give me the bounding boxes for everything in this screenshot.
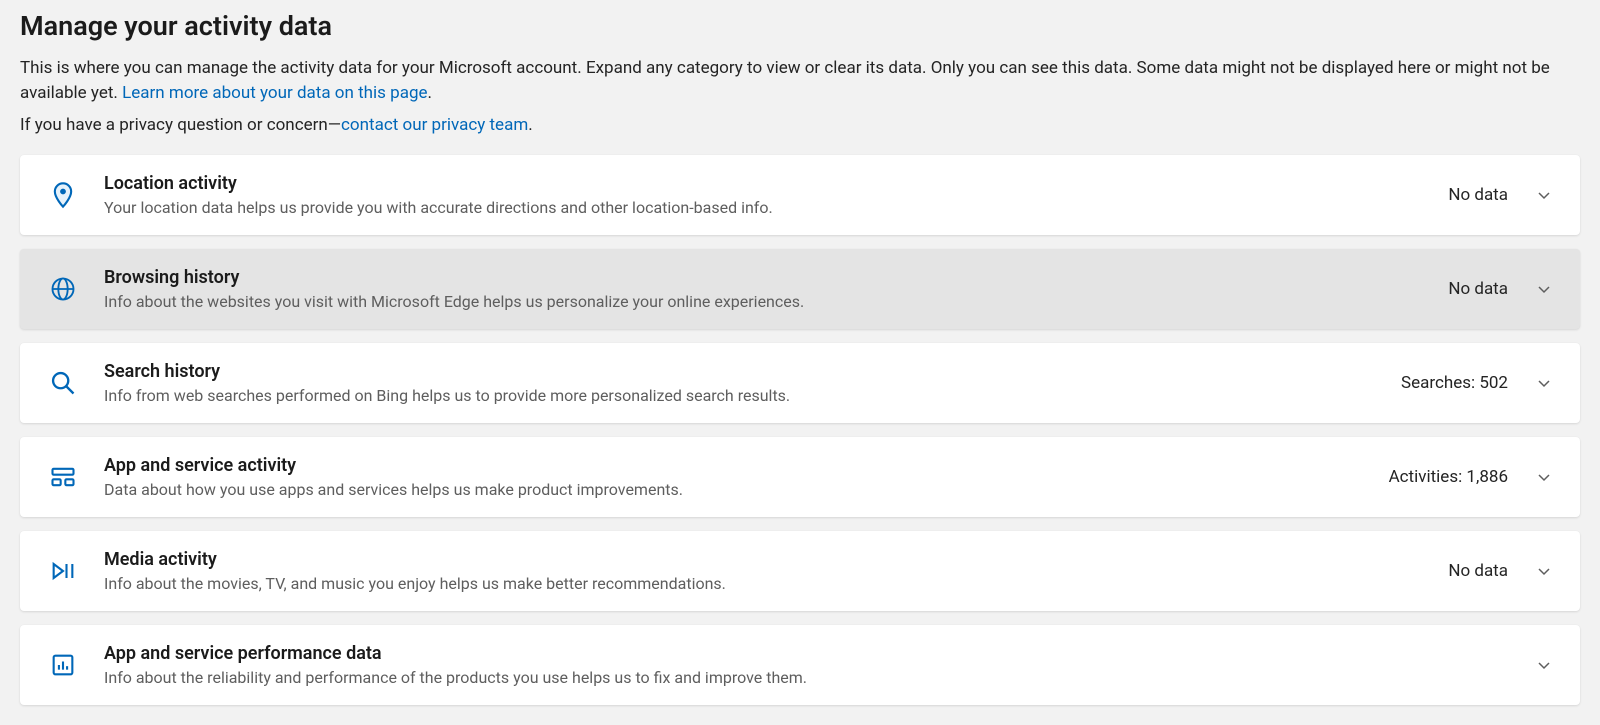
contact-privacy-team-link[interactable]: contact our privacy team — [341, 115, 528, 135]
media-activity-card[interactable]: Media activity Info about the movies, TV… — [20, 531, 1580, 611]
globe-icon — [48, 274, 78, 304]
card-status: No data — [1448, 185, 1508, 205]
app-service-performance-card[interactable]: App and service performance data Info ab… — [20, 625, 1580, 705]
card-desc: Info about the reliability and performan… — [104, 668, 1508, 687]
browsing-history-card[interactable]: Browsing history Info about the websites… — [20, 249, 1580, 329]
media-icon — [48, 556, 78, 586]
intro-paragraph: This is where you can manage the activit… — [20, 56, 1580, 105]
card-title: App and service activity — [104, 455, 1389, 476]
chevron-down-icon — [1536, 187, 1552, 203]
apps-icon — [48, 462, 78, 492]
privacy-line: If you have a privacy question or concer… — [20, 115, 1580, 135]
location-icon — [48, 180, 78, 210]
card-status: Activities: 1,886 — [1389, 467, 1508, 487]
card-desc: Your location data helps us provide you … — [104, 198, 1448, 217]
card-text: Search history Info from web searches pe… — [104, 361, 1401, 405]
card-text: Media activity Info about the movies, TV… — [104, 549, 1448, 593]
page-title: Manage your activity data — [20, 10, 1580, 42]
card-status: No data — [1448, 561, 1508, 581]
card-title: Search history — [104, 361, 1401, 382]
bar-chart-icon — [48, 650, 78, 680]
search-history-card[interactable]: Search history Info from web searches pe… — [20, 343, 1580, 423]
search-icon — [48, 368, 78, 398]
card-desc: Data about how you use apps and services… — [104, 480, 1389, 499]
card-desc: Info from web searches performed on Bing… — [104, 386, 1401, 405]
card-title: App and service performance data — [104, 643, 1508, 664]
card-desc: Info about the websites you visit with M… — [104, 292, 1448, 311]
card-text: Browsing history Info about the websites… — [104, 267, 1448, 311]
card-desc: Info about the movies, TV, and music you… — [104, 574, 1448, 593]
card-text: App and service performance data Info ab… — [104, 643, 1508, 687]
activity-card-list: Location activity Your location data hel… — [20, 155, 1580, 705]
card-title: Media activity — [104, 549, 1448, 570]
chevron-down-icon — [1536, 469, 1552, 485]
app-service-activity-card[interactable]: App and service activity Data about how … — [20, 437, 1580, 517]
privacy-prefix: If you have a privacy question or concer… — [20, 115, 341, 135]
location-activity-card[interactable]: Location activity Your location data hel… — [20, 155, 1580, 235]
chevron-down-icon — [1536, 375, 1552, 391]
card-title: Location activity — [104, 173, 1448, 194]
card-text: Location activity Your location data hel… — [104, 173, 1448, 217]
card-status: No data — [1448, 279, 1508, 299]
card-title: Browsing history — [104, 267, 1448, 288]
learn-more-link[interactable]: Learn more about your data on this page — [122, 83, 427, 103]
chevron-down-icon — [1536, 657, 1552, 673]
chevron-down-icon — [1536, 563, 1552, 579]
card-text: App and service activity Data about how … — [104, 455, 1389, 499]
chevron-down-icon — [1536, 281, 1552, 297]
card-status: Searches: 502 — [1401, 373, 1508, 393]
